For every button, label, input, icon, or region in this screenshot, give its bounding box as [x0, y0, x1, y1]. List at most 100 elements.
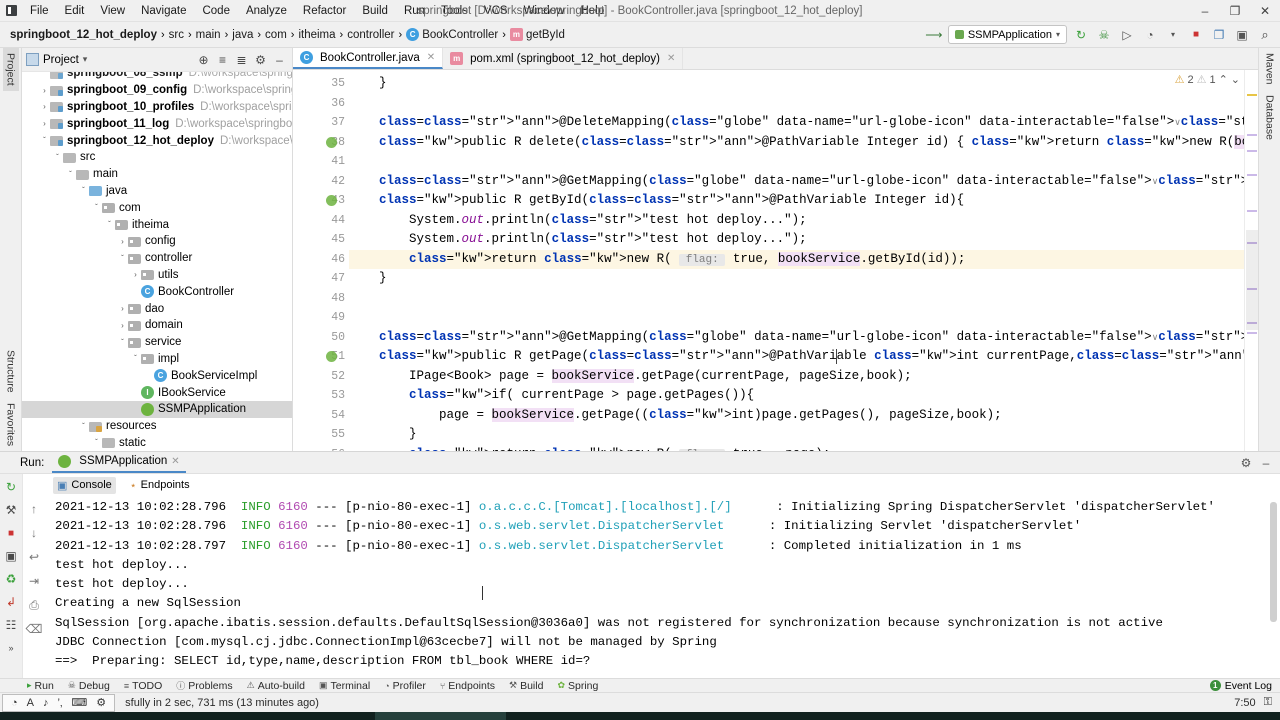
tree-node-com[interactable]: ˇ com: [22, 199, 292, 216]
breadcrumb-item-main[interactable]: main: [192, 28, 225, 42]
export-icon[interactable]: ↲: [2, 593, 20, 611]
code-line-38[interactable]: class="kw">public R delete(class=class="…: [349, 133, 1244, 153]
tree-node-springboot-10-profiles[interactable]: › springboot_10_profiles D:\workspace\spri…: [22, 99, 292, 116]
scrollbar-thumb[interactable]: [1270, 502, 1277, 622]
gutter-line-50[interactable]: 50: [293, 328, 349, 348]
back-arrow-icon[interactable]: ⟶: [925, 26, 943, 44]
search-everywhere-icon[interactable]: ⌕: [1256, 26, 1274, 44]
code-line-47[interactable]: }: [349, 269, 1244, 289]
error-stripe-marker-bar[interactable]: [1244, 70, 1258, 451]
code-line-36[interactable]: [349, 94, 1244, 114]
code-line-44[interactable]: System.out.println(class="str">"test hot…: [349, 211, 1244, 231]
tree-node-controller[interactable]: ˇ controller: [22, 250, 292, 267]
taskbar-item-powerpoint[interactable]: P PowerPoint 幻灯...: [246, 712, 375, 720]
gutter-line-43[interactable]: 43: [293, 191, 349, 211]
select-run-config-icon[interactable]: ▣: [1233, 26, 1251, 44]
tree-node-main[interactable]: ˇ main: [22, 166, 292, 183]
tree-expand-arrow-icon[interactable]: ˇ: [39, 136, 50, 145]
menu-item-navigate[interactable]: Navigate: [133, 2, 194, 20]
gutter-line-35[interactable]: 35: [293, 74, 349, 94]
tree-expand-arrow-icon[interactable]: ˇ: [78, 186, 89, 195]
tool-button-run[interactable]: ▸ Run: [20, 680, 61, 692]
gutter-line-55[interactable]: 55: [293, 425, 349, 445]
code-line-48[interactable]: [349, 289, 1244, 309]
menu-item-tools[interactable]: Tools: [433, 2, 476, 20]
sidebar-item-maven[interactable]: Maven: [1262, 48, 1278, 90]
menu-item-code[interactable]: Code: [194, 2, 238, 20]
run-configuration-selector[interactable]: SSMPApplication ▾: [947, 25, 1067, 44]
code-line-50[interactable]: class=class="str">"ann">@GetMapping(clas…: [349, 328, 1244, 348]
run-gutter-icon[interactable]: [326, 136, 337, 148]
breadcrumb-item-src[interactable]: src: [165, 28, 188, 42]
maximize-button[interactable]: ❐: [1220, 0, 1250, 22]
ime-keyboard-icon[interactable]: ⌨: [71, 696, 87, 709]
layout-icon[interactable]: ☷: [2, 616, 20, 634]
menu-item-help[interactable]: Help: [572, 2, 612, 20]
profiler-dropdown-icon[interactable]: ▾: [1164, 26, 1182, 44]
menu-item-analyze[interactable]: Analyze: [238, 2, 295, 20]
hide-panel-icon[interactable]: –: [1258, 455, 1274, 471]
tree-node-dao[interactable]: › dao: [22, 300, 292, 317]
tool-button-build[interactable]: ⚒ Build: [502, 680, 550, 692]
previous-problem-icon[interactable]: ⌃: [1219, 73, 1228, 86]
tool-button-terminal[interactable]: ▣ Terminal: [312, 680, 377, 692]
tree-expand-arrow-icon[interactable]: ›: [130, 270, 141, 279]
code-line-43[interactable]: class="kw">public R getById(class=class=…: [349, 191, 1244, 211]
debug-icon[interactable]: ☠: [1095, 26, 1113, 44]
tool-button-problems[interactable]: ⓘ Problems: [169, 679, 239, 692]
code-line-49[interactable]: [349, 308, 1244, 328]
ime-letter-icon[interactable]: A: [27, 697, 34, 709]
taskbar-item-file-explorer[interactable]: ▬: [212, 712, 246, 720]
taskbar-item-firefox[interactable]: ◉: [42, 712, 76, 720]
menu-item-vcs[interactable]: VCS: [476, 2, 516, 20]
menu-item-edit[interactable]: Edit: [57, 2, 93, 20]
tab-endpoints[interactable]: ⋆ Endpoints: [126, 477, 194, 494]
code-line-56[interactable]: class="kw">return class="kw">new R( flag…: [349, 445, 1244, 451]
code-text[interactable]: } class=class="str">"ann">@DeleteMapping…: [349, 70, 1244, 451]
menu-item-window[interactable]: Window: [516, 2, 573, 20]
tree-expand-arrow-icon[interactable]: ›: [39, 119, 50, 128]
tree-node-springboot-12-hot-deploy[interactable]: ˇ springboot_12_hot_deploy D:\workspace\sp…: [22, 132, 292, 149]
stop-icon[interactable]: ■: [1187, 26, 1205, 44]
gutter-line-44[interactable]: 44: [293, 211, 349, 231]
project-tree[interactable]: springboot_08_ssmpD:\workspace\springbo›…: [22, 72, 292, 451]
scroll-up-icon[interactable]: ↑: [25, 500, 43, 518]
gutter-line-49[interactable]: 49: [293, 308, 349, 328]
tree-node-static[interactable]: ˇ static: [22, 435, 292, 451]
locate-icon[interactable]: ⊕: [195, 51, 212, 68]
tree-expand-arrow-icon[interactable]: ˇ: [130, 354, 141, 363]
tab-bookcontroller-java[interactable]: C BookController.java ✕: [293, 48, 444, 69]
rerun-icon[interactable]: ↻: [2, 478, 20, 496]
tool-button-endpoints[interactable]: ⑂ Endpoints: [433, 680, 502, 692]
sidebar-item-favorites[interactable]: Favorites: [3, 398, 19, 451]
console-output[interactable]: 2021-12-13 10:02:28.796 INFO 6160 --- [p…: [45, 496, 1280, 678]
ime-settings-icon[interactable]: ⚙: [96, 696, 106, 709]
tree-expand-arrow-icon[interactable]: ˇ: [117, 254, 128, 263]
ime-punctuation-icon[interactable]: ’‚: [58, 697, 63, 709]
code-line-42[interactable]: class=class="str">"ann">@GetMapping(clas…: [349, 172, 1244, 192]
tree-node-service[interactable]: ˇ service: [22, 334, 292, 351]
breadcrumb-item-module[interactable]: springboot_12_hot_deploy: [6, 28, 161, 42]
sidebar-item-database[interactable]: Database: [1262, 90, 1278, 145]
run-gutter-icon[interactable]: [326, 195, 337, 207]
soft-wrap-icon[interactable]: ↩: [25, 548, 43, 566]
tree-expand-arrow-icon[interactable]: ˇ: [52, 153, 63, 162]
tree-node-domain[interactable]: › domain: [22, 317, 292, 334]
tree-expand-arrow-icon[interactable]: ›: [117, 237, 128, 246]
taskbar-item-intellij[interactable]: IJ springboot – Boo...: [375, 712, 507, 720]
gutter-line-47[interactable]: 47: [293, 269, 349, 289]
menu-item-file[interactable]: File: [22, 2, 57, 20]
code-line-51[interactable]: class="kw">public R getPage(class=class=…: [349, 347, 1244, 367]
inspection-widget[interactable]: ⚠ 2 ⚠ 1 ⌃ ⌄: [1172, 72, 1242, 87]
menu-item-view[interactable]: View: [92, 2, 133, 20]
camera-icon[interactable]: ▣: [2, 547, 20, 565]
tool-button-todo[interactable]: ≡ TODO: [117, 680, 169, 692]
taskbar-item-chrome[interactable]: ◉ 基于SpringBoot整...: [76, 712, 212, 720]
tool-button-spring[interactable]: ✿ Spring: [550, 680, 605, 692]
tree-node-bookcontroller[interactable]: C BookController: [22, 283, 292, 300]
tool-button-debug[interactable]: ☠ Debug: [61, 680, 117, 692]
collapse-all-icon[interactable]: ≡: [214, 51, 231, 68]
tree-node-ibookservice[interactable]: I IBookService: [22, 384, 292, 401]
print-icon[interactable]: ⎙: [25, 596, 43, 614]
tree-node-src[interactable]: ˇ src: [22, 149, 292, 166]
